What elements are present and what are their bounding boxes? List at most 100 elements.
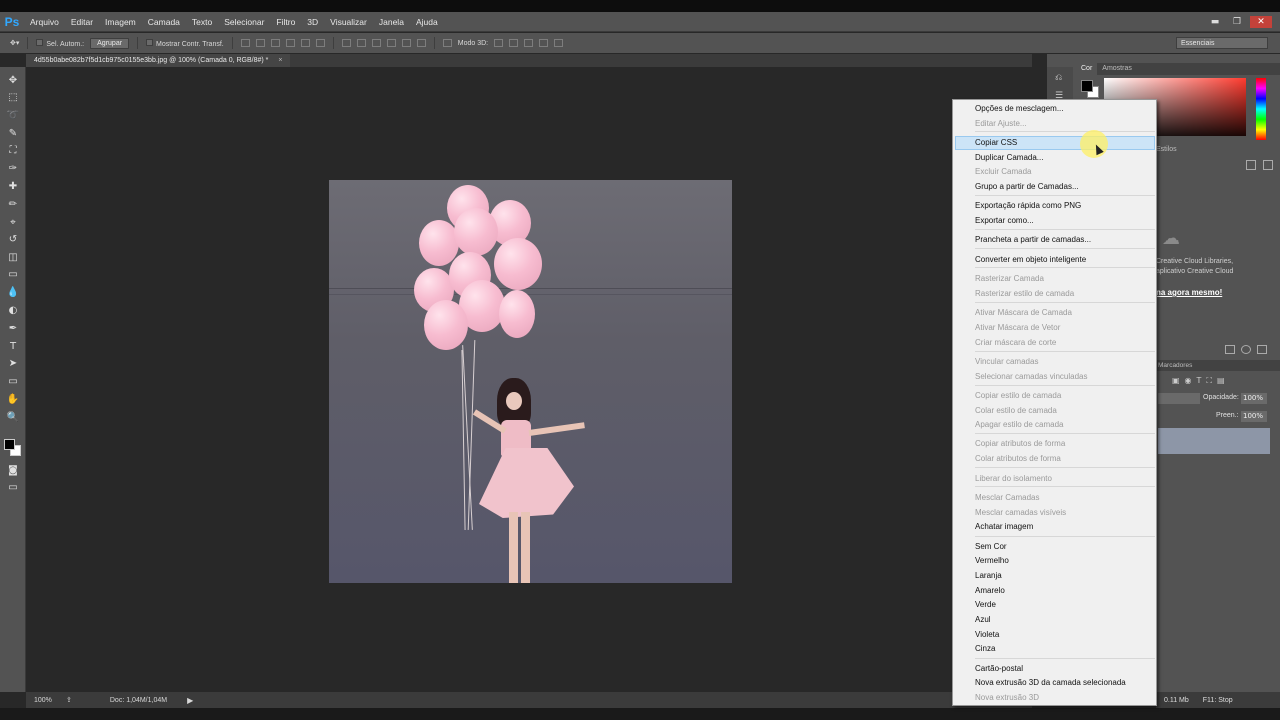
menu-item-nova-extrusao-3d-da-camada-selecionada[interactable]: Nova extrusão 3D da camada selecionada: [975, 677, 1126, 688]
menu-imagem[interactable]: Imagem: [99, 12, 142, 32]
menu-item-opcoes-de-mesclagem[interactable]: Opções de mesclagem...: [975, 103, 1063, 114]
lasso-tool-icon[interactable]: ➰: [6, 108, 20, 122]
menu-item-verde[interactable]: Verde: [975, 599, 996, 610]
menu-item-laranja[interactable]: Laranja: [975, 570, 1002, 581]
move-tool-icon[interactable]: ✥: [6, 73, 20, 87]
screen-mode-icon[interactable]: ▭: [6, 480, 20, 494]
selected-layer-row[interactable]: [1158, 428, 1270, 454]
dodge-tool-icon[interactable]: ◐: [6, 303, 20, 317]
menu-item-cinza[interactable]: Cinza: [975, 643, 995, 654]
menu-item-converter-em-objeto-inteligente[interactable]: Converter em objeto inteligente: [975, 254, 1086, 265]
menu-editar[interactable]: Editar: [65, 12, 99, 32]
menu-camada[interactable]: Camada: [142, 12, 186, 32]
rotate-3d-icon[interactable]: [494, 39, 504, 47]
zoom-level[interactable]: 100%: [34, 697, 60, 704]
menu-item-copiar-css[interactable]: Copiar CSS: [975, 137, 1017, 148]
menu-item-sem-cor[interactable]: Sem Cor: [975, 541, 1007, 552]
auto-align-icon[interactable]: [442, 39, 452, 47]
auto-select-checkbox[interactable]: Sel. Autom.:: [36, 38, 84, 48]
workspace-dropdown[interactable]: Essenciais: [1176, 37, 1268, 49]
restore-icon[interactable]: ❐: [1228, 16, 1246, 28]
tab-cor[interactable]: Cor: [1076, 63, 1098, 75]
export-icon[interactable]: ⇪: [66, 696, 72, 704]
marquee-tool-icon[interactable]: ⬚: [6, 90, 20, 104]
pen-tool-icon[interactable]: ✒: [6, 321, 20, 335]
menu-arquivo[interactable]: Arquivo: [24, 12, 65, 32]
fill-input[interactable]: 100%: [1241, 411, 1267, 422]
type-tool-icon[interactable]: T: [6, 339, 20, 353]
align-top-icon[interactable]: [240, 39, 250, 47]
shape-tool-icon[interactable]: ▭: [6, 374, 20, 388]
close-tab-icon[interactable]: ×: [278, 57, 282, 64]
align-right-icon[interactable]: [315, 39, 325, 47]
menu-3d[interactable]: 3D: [301, 12, 324, 32]
slide-3d-icon[interactable]: [539, 39, 549, 47]
drag-3d-icon[interactable]: [524, 39, 534, 47]
opacity-input[interactable]: 100%: [1241, 393, 1267, 404]
blend-mode-dropdown[interactable]: [1158, 393, 1200, 404]
cc-action-link[interactable]: na agora mesmo!: [1156, 288, 1222, 297]
history-panel-icon[interactable]: ⎌: [1055, 73, 1062, 83]
distribute-vcenter-icon[interactable]: [356, 39, 366, 47]
tab-marcadores[interactable]: Marcadores: [1158, 362, 1192, 369]
stop-shortcut[interactable]: F11: Stop: [1203, 697, 1233, 704]
crop-tool-icon[interactable]: ⛶: [6, 143, 20, 157]
auto-select-dropdown[interactable]: Agrupar: [90, 37, 130, 49]
align-hcenter-icon[interactable]: [300, 39, 310, 47]
menu-visualizar[interactable]: Visualizar: [324, 12, 373, 32]
move-tool-preset-icon[interactable]: ✥▾: [10, 39, 19, 47]
distribute-bottom-icon[interactable]: [371, 39, 381, 47]
path-select-tool-icon[interactable]: ➤: [6, 356, 20, 370]
menu-selecionar[interactable]: Selecionar: [218, 12, 270, 32]
distribute-hcenter-icon[interactable]: [401, 39, 411, 47]
minimize-icon[interactable]: ▬: [1206, 16, 1224, 28]
library-add-icon[interactable]: [1225, 345, 1235, 354]
library-sync-icon[interactable]: [1241, 345, 1251, 354]
layer-filter-icons[interactable]: ▣◉T⛶▤: [1172, 376, 1230, 386]
transform-controls-checkbox[interactable]: Mostrar Contr. Transf.: [146, 38, 224, 48]
distribute-right-icon[interactable]: [416, 39, 426, 47]
photoshop-logo-icon[interactable]: Ps: [0, 12, 24, 32]
menu-ajuda[interactable]: Ajuda: [410, 12, 444, 32]
document-tab[interactable]: 4d55b0abe082b7f5d1cb975c0155e3bb.jpg @ 1…: [26, 54, 291, 67]
menu-item-exportacao-rapida-como-png[interactable]: Exportação rápida como PNG: [975, 200, 1081, 211]
healing-brush-tool-icon[interactable]: ✚: [6, 179, 20, 193]
hue-slider[interactable]: [1256, 78, 1266, 140]
document-image[interactable]: [329, 180, 732, 583]
align-left-icon[interactable]: [285, 39, 295, 47]
align-vcenter-icon[interactable]: [255, 39, 265, 47]
menu-item-achatar-imagem[interactable]: Achatar imagem: [975, 521, 1033, 532]
grid-view-icon[interactable]: [1246, 160, 1256, 170]
list-view-icon[interactable]: [1263, 160, 1273, 170]
tab-amostras[interactable]: Amostras: [1097, 63, 1137, 75]
menu-item-prancheta-a-partir-de-camadas[interactable]: Prancheta a partir de camadas...: [975, 234, 1091, 245]
menu-item-azul[interactable]: Azul: [975, 614, 991, 625]
align-bottom-icon[interactable]: [270, 39, 280, 47]
menu-item-cartao-postal[interactable]: Cartão-postal: [975, 663, 1023, 674]
foreground-color-swatch[interactable]: [1081, 80, 1093, 92]
menu-item-grupo-a-partir-de-camadas[interactable]: Grupo a partir de Camadas...: [975, 181, 1079, 192]
menu-item-vermelho[interactable]: Vermelho: [975, 555, 1009, 566]
distribute-top-icon[interactable]: [341, 39, 351, 47]
menu-texto[interactable]: Texto: [186, 12, 218, 32]
eyedropper-tool-icon[interactable]: ✑: [6, 161, 20, 175]
menu-item-violeta[interactable]: Violeta: [975, 629, 999, 640]
status-menu-arrow-icon[interactable]: ▶: [187, 696, 193, 705]
menu-item-exportar-como[interactable]: Exportar como...: [975, 215, 1034, 226]
scale-3d-icon[interactable]: [554, 39, 564, 47]
quick-select-tool-icon[interactable]: ✎: [6, 126, 20, 140]
history-brush-tool-icon[interactable]: ↺: [6, 232, 20, 246]
roll-3d-icon[interactable]: [509, 39, 519, 47]
library-delete-icon[interactable]: [1257, 345, 1267, 354]
clone-stamp-tool-icon[interactable]: ⌖: [6, 215, 20, 229]
menu-item-duplicar-camada[interactable]: Duplicar Camada...: [975, 152, 1043, 163]
menu-filtro[interactable]: Filtro: [270, 12, 301, 32]
menu-item-amarelo[interactable]: Amarelo: [975, 585, 1005, 596]
toolbar-foreground-swatch[interactable]: [4, 439, 15, 450]
hand-tool-icon[interactable]: ✋: [6, 392, 20, 406]
menu-janela[interactable]: Janela: [373, 12, 410, 32]
blur-tool-icon[interactable]: 💧: [6, 285, 20, 299]
quick-mask-icon[interactable]: ◙: [6, 463, 20, 477]
zoom-tool-icon[interactable]: 🔍: [6, 410, 20, 424]
tab-estilos[interactable]: Estilos: [1156, 146, 1177, 153]
